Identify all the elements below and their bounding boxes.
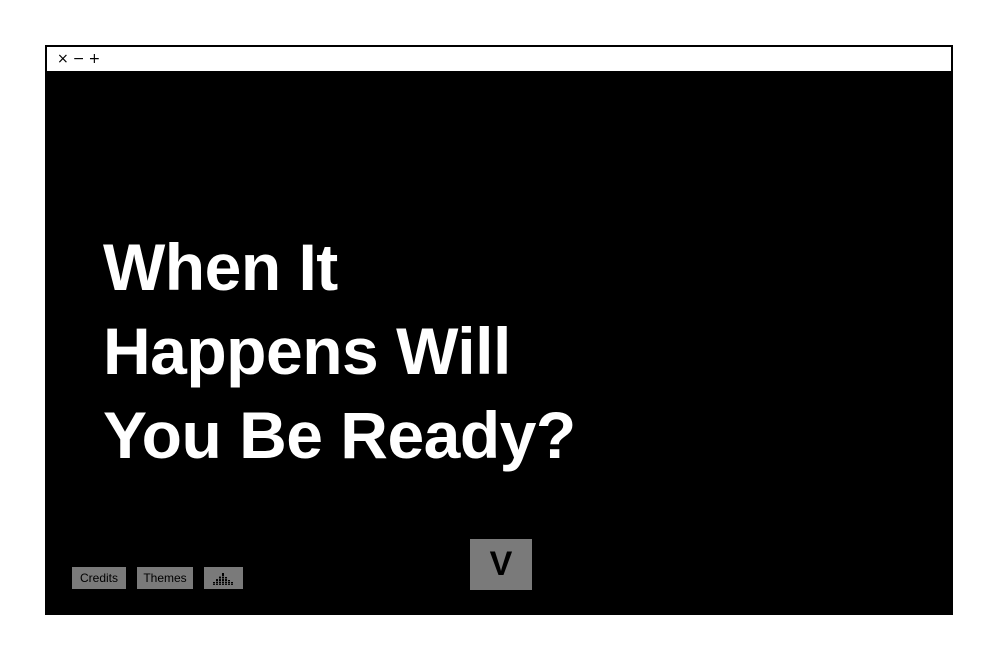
themes-button[interactable]: Themes [137,567,193,589]
main-stage: When It Happens Will You Be Ready? Credi… [47,73,951,613]
minimize-window-button[interactable]: − [73,52,85,66]
audio-button[interactable] [204,567,243,589]
headline: When It Happens Will You Be Ready? [103,225,576,477]
app-window: × − + When It Happens Will You Be Ready?… [45,45,953,615]
maximize-window-button[interactable]: + [88,52,100,66]
close-window-button[interactable]: × [57,52,69,66]
next-scene-button[interactable]: V [470,539,532,590]
headline-line-2: Happens Will [103,314,511,388]
headline-line-1: When It [103,230,338,304]
equalizer-icon [212,571,235,585]
credits-button[interactable]: Credits [72,567,126,589]
headline-line-3: You Be Ready? [103,398,576,472]
window-titlebar: × − + [47,47,951,73]
